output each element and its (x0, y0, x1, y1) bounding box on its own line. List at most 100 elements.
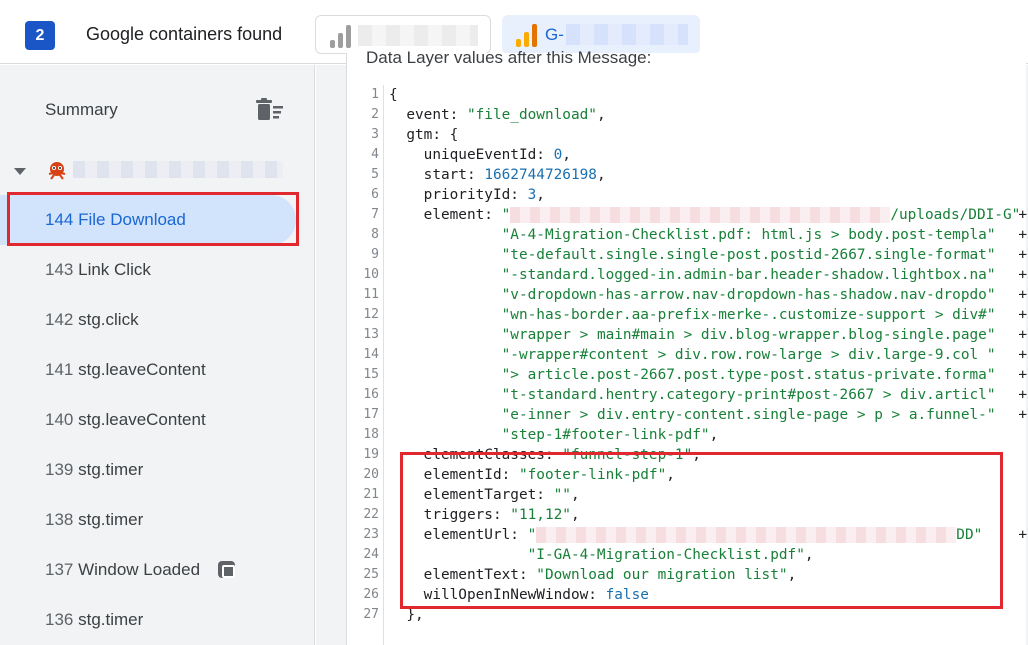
code-line: 10 "-standard.logged-in.admin-bar.header… (347, 265, 1027, 285)
event-item-stg-timer[interactable]: 138 stg.timer (0, 495, 315, 545)
code-text: { (389, 87, 398, 103)
line-number: 8 (371, 227, 379, 242)
event-list: 144 File Download 143 Link Click 142 stg… (0, 195, 315, 645)
code-text: "t-standard.hentry.category-print#post-2… (501, 387, 996, 403)
code-text: "te-default.single.single-post.postid-26… (501, 247, 996, 263)
event-item-stg-timer[interactable]: 139 stg.timer (0, 445, 315, 495)
redacted-url (510, 207, 891, 223)
code-line: 16 "t-standard.hentry.category-print#pos… (347, 385, 1027, 405)
continuation-plus: + (1018, 207, 1027, 223)
code-text: "e-inner > div.entry-content.single-page… (501, 407, 996, 423)
code-text: "wn-has-border.aa-prefix-merke-.customiz… (501, 307, 996, 323)
continuation-plus: + (1018, 527, 1027, 543)
event-item-stg-timer[interactable]: 136 stg.timer (0, 595, 315, 645)
event-number: 140 (45, 410, 74, 429)
event-item-stg-click[interactable]: 142 stg.click (0, 295, 315, 345)
line-number: 21 (363, 487, 379, 502)
event-number: 138 (45, 510, 74, 529)
line-number: 20 (363, 467, 379, 482)
event-number: 143 (45, 260, 74, 279)
redacted-container-id (358, 25, 478, 46)
code-line: 5 start: 1662744726198, (347, 165, 1027, 185)
line-number: 16 (363, 387, 379, 402)
line-number: 23 (363, 527, 379, 542)
analytics-icon (330, 24, 352, 48)
event-label: stg.click (78, 310, 139, 329)
code-line: 13 "wrapper > main#main > div.blog-wrapp… (347, 325, 1027, 345)
event-number: 141 (45, 360, 74, 379)
redacted-container-id (566, 24, 688, 45)
line-number: 22 (363, 507, 379, 522)
bug-icon (48, 162, 66, 180)
container-count-badge: 2 (25, 21, 55, 50)
event-label: stg.leaveContent (78, 360, 206, 379)
code-line: 4 uniqueEventId: 0, (347, 145, 1027, 165)
containers-found-label: Google containers found (86, 24, 283, 44)
redacted-site-name (73, 161, 283, 178)
code-text: "v-dropdown-has-arrow.nav-dropdown-has-s… (501, 287, 996, 303)
line-number: 7 (371, 207, 379, 222)
line-number: 15 (363, 367, 379, 382)
analytics-icon (516, 23, 538, 47)
sidebar: Summary 144 File Download 143 Link Click… (0, 65, 315, 645)
continuation-plus: + (1018, 327, 1027, 343)
container-id-label: G- (545, 25, 564, 44)
code-line: 11 "v-dropdown-has-arrow.nav-dropdown-ha… (347, 285, 1027, 305)
code-text: "> article.post-2667.post.type-post.stat… (501, 367, 996, 383)
event-label: stg.timer (78, 460, 144, 479)
code-line: 1{ (347, 85, 1027, 105)
code-text: "step-1#footer-link-pdf", (501, 427, 719, 443)
summary-link[interactable]: Summary (45, 100, 118, 120)
code-line: 18 "step-1#footer-link-pdf", (347, 425, 1027, 445)
code-text: gtm: { (389, 127, 459, 143)
line-number: 24 (363, 547, 379, 562)
code-line: 12 "wn-has-border.aa-prefix-merke-.custo… (347, 305, 1027, 325)
window-event-icon (218, 561, 235, 578)
line-number: 18 (363, 427, 379, 442)
code-text: "-standard.logged-in.admin-bar.header-sh… (501, 267, 996, 283)
continuation-plus: + (1018, 287, 1027, 303)
line-number: 2 (371, 107, 379, 122)
event-item-window-loaded[interactable]: 137 Window Loaded (0, 545, 315, 595)
code-text: "A-4-Migration-Checklist.pdf: html.js > … (501, 227, 996, 243)
line-number: 9 (371, 247, 379, 262)
event-item-stg-leavecontent[interactable]: 140 stg.leaveContent (0, 395, 315, 445)
collapse-chevron-icon[interactable] (14, 168, 26, 175)
continuation-plus: + (1018, 267, 1027, 283)
line-number: 25 (363, 567, 379, 582)
code-line: 3 gtm: { (347, 125, 1027, 145)
event-number: 142 (45, 310, 74, 329)
line-number: 5 (371, 167, 379, 182)
event-item-link-click[interactable]: 143 Link Click (0, 245, 315, 295)
code-line: 7 element: "/uploads/DDI-G" + (347, 205, 1027, 225)
code-text: priorityId: 3, (389, 187, 545, 203)
continuation-plus: + (1018, 367, 1027, 383)
line-number: 10 (363, 267, 379, 282)
code-text: event: "file_download", (389, 107, 606, 123)
clear-messages-icon[interactable] (256, 98, 284, 122)
code-line: 9 "te-default.single.single-post.postid-… (347, 245, 1027, 265)
code-text: "-wrapper#content > div.row.row-large > … (501, 347, 996, 363)
code-text: element: "/uploads/DDI-G" (389, 207, 1021, 223)
line-number: 13 (363, 327, 379, 342)
event-label: stg.timer (78, 610, 144, 629)
code-line: 15 "> article.post-2667.post.type-post.s… (347, 365, 1027, 385)
line-number: 26 (363, 587, 379, 602)
code-line: 6 priorityId: 3, (347, 185, 1027, 205)
line-number: 3 (371, 127, 379, 142)
continuation-plus: + (1018, 247, 1027, 263)
event-label: Window Loaded (78, 560, 201, 579)
line-number: 12 (363, 307, 379, 322)
code-line: 8 "A-4-Migration-Checklist.pdf: html.js … (347, 225, 1027, 245)
code-text: start: 1662744726198, (389, 167, 606, 183)
line-number: 27 (363, 607, 379, 622)
continuation-plus: + (1018, 307, 1027, 323)
line-number: 6 (371, 187, 379, 202)
event-number: 136 (45, 610, 74, 629)
line-number: 19 (363, 447, 379, 462)
event-item-stg-leavecontent[interactable]: 141 stg.leaveContent (0, 345, 315, 395)
code-line: 14 "-wrapper#content > div.row.row-large… (347, 345, 1027, 365)
continuation-plus: + (1018, 347, 1027, 363)
event-label: stg.timer (78, 510, 144, 529)
highlight-box-element-fields (400, 452, 1003, 609)
